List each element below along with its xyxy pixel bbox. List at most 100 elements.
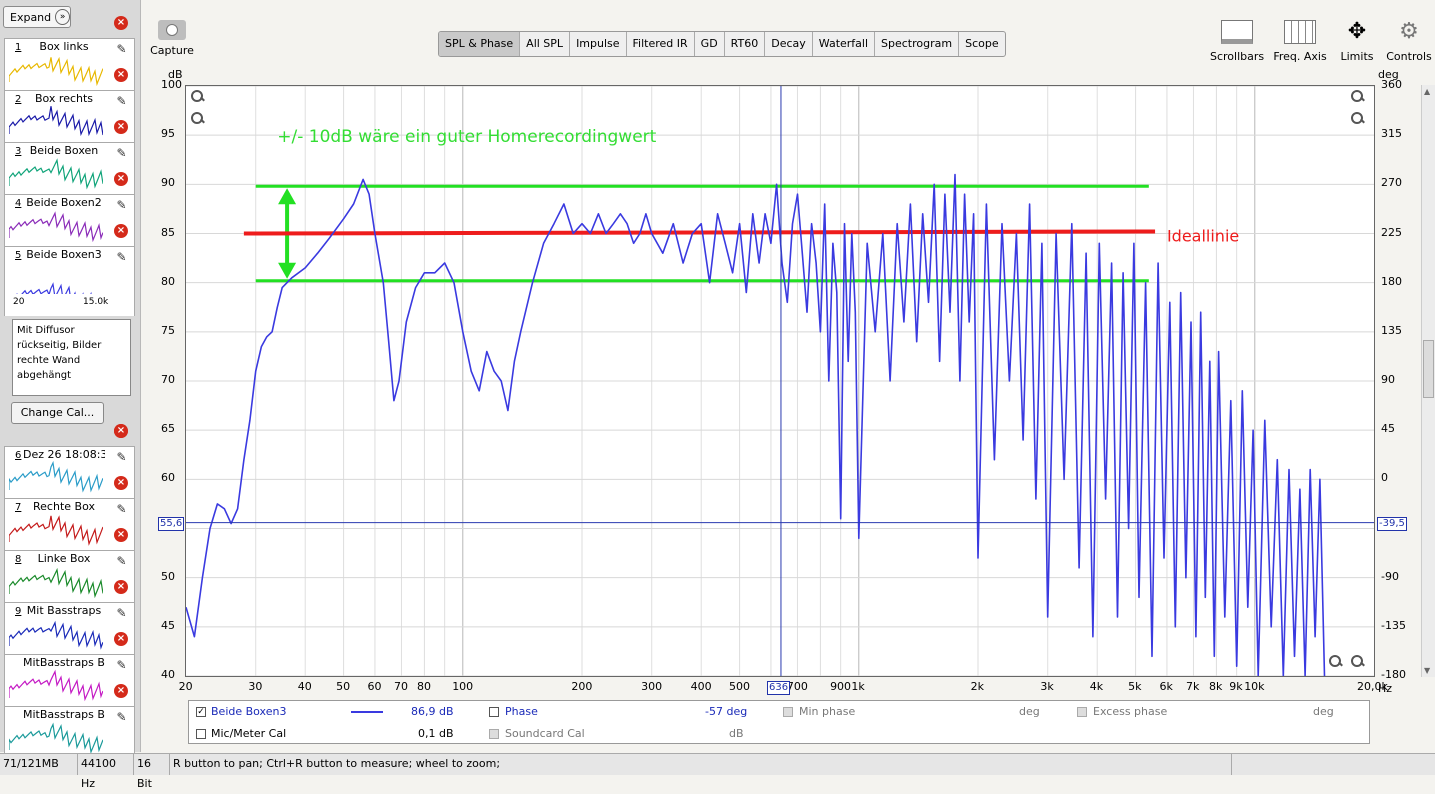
remove-measurement-icon[interactable]: × [114,632,128,646]
freq-axis-button[interactable]: Freq. Axis [1273,20,1327,63]
remove-measurement-icon[interactable]: × [114,580,128,594]
y-tick-label: 95 [161,127,175,141]
measurement-name: Box links [39,40,89,53]
y2-tick-label: 90 [1381,373,1395,386]
measurement-number: 6 [15,450,22,461]
edit-measurement-icon[interactable]: ✎ [114,42,129,57]
tab-all-spl[interactable]: All SPL [520,32,571,56]
edit-measurement-icon[interactable]: ✎ [114,146,129,161]
y-tick-label: 85 [161,225,175,239]
phase-checkbox[interactable] [489,707,499,717]
soundcard-cal-checkbox[interactable] [489,729,499,739]
thumbnail-axis-label: 20 [13,297,25,307]
measurement-number: 7 [15,502,22,513]
ideal-line-annotation: Ideallinie [1167,226,1239,245]
edit-measurement-icon[interactable]: ✎ [114,606,129,621]
scrollbars-icon [1221,20,1253,44]
measurement-number: 8 [15,554,22,565]
spl-chart-svg[interactable]: +/- 10dB wäre ein guter Homerecordingwer… [186,86,1374,676]
zoom-out-icon[interactable] [1328,654,1342,668]
y2-tick-label: -135 [1381,618,1406,632]
zoom-in-icon[interactable] [1350,89,1364,103]
controls-button[interactable]: ⚙ Controls [1382,20,1435,64]
x-tick-label: 7k [1186,680,1200,693]
freq-axis-label: Freq. Axis [1273,50,1327,63]
y2-tick-label: 0 [1381,471,1388,485]
thumbnail-trace [9,106,103,137]
mic-cal-checkbox[interactable] [196,729,206,739]
tolerance-annotation: +/- 10dB wäre ein guter Homerecordingwer… [277,127,656,147]
x-tick-label: 20 [178,680,193,693]
y2-tick-label: 225 [1381,225,1402,239]
y2-tick-label: 135 [1381,323,1402,337]
capture-button[interactable]: Capture [150,20,194,57]
tab-gd[interactable]: GD [695,32,725,56]
series-visible-checkbox[interactable]: ✓ [196,707,206,717]
excess-phase-checkbox[interactable] [1077,707,1087,717]
measurement-sidebar: Expand » 1 Box links × ✎ 2 Box rechts × ✎ 3 Beide… [0,0,141,758]
tab-decay[interactable]: Decay [765,32,813,56]
edit-measurement-icon[interactable]: ✎ [114,250,129,265]
scroll-up-icon[interactable]: ▲ [1424,87,1430,96]
edit-measurement-icon[interactable]: ✎ [114,198,129,213]
remove-measurement-icon[interactable]: × [114,120,128,134]
min-phase-unit: deg [1019,705,1040,718]
ideal-line [243,229,1156,236]
remove-measurement-icon[interactable]: × [114,68,128,82]
tab-impulse[interactable]: Impulse [570,32,627,56]
zoom-out-icon[interactable] [190,111,204,125]
edit-measurement-icon[interactable]: ✎ [114,502,129,517]
edit-measurement-icon[interactable]: ✎ [114,710,129,725]
remove-measurement-icon[interactable]: × [114,476,128,490]
limits-arrows-icon: ✥ [1347,19,1367,44]
legend-series-name: Beide Boxen3 [211,705,287,718]
x-tick-label: 80 [417,680,432,693]
tab-scope[interactable]: Scope [959,32,1005,56]
phase-label: Phase [505,705,538,718]
zoom-in-icon[interactable] [190,89,204,103]
limits-button[interactable]: ✥ Limits [1330,19,1384,64]
mic-cal-value: 0,1 dB [418,727,454,740]
edit-measurement-icon[interactable]: ✎ [114,94,129,109]
change-cal-button[interactable]: Change Cal... [11,402,104,424]
y-tick-label: 70 [161,373,175,386]
cursor-freq-readout: 636 [767,681,791,695]
limits-label: Limits [1340,50,1374,63]
expand-button[interactable]: Expand » [3,6,71,28]
spl-series-line [186,173,1326,676]
controls-label: Controls [1386,50,1432,63]
scroll-down-icon[interactable]: ▼ [1424,666,1430,675]
spl-graph[interactable]: +/- 10dB wäre ein guter Homerecordingwer… [185,85,1375,677]
min-phase-label: Min phase [799,705,856,718]
edit-measurement-icon[interactable]: ✎ [114,450,129,465]
remove-measurement-icon[interactable]: × [114,528,128,542]
min-phase-checkbox[interactable] [783,707,793,717]
remove-measurement-icon[interactable]: × [114,224,128,238]
measurement-name: MitBasstraps Box li [23,708,105,721]
measurement-note[interactable]: Mit Diffusor rückseitig, Bilder rechte W… [12,319,131,396]
thumbnail-trace [9,722,103,754]
tab-spectrogram[interactable]: Spectrogram [875,32,960,56]
remove-measurement-icon[interactable]: × [114,684,128,698]
edit-measurement-icon[interactable]: ✎ [114,658,129,673]
x-tick-label: 400 [690,680,712,693]
x-tick-label: 300 [641,680,663,693]
graph-legend: ✓ Beide Boxen3 86,9 dB Phase -57 deg Min… [188,700,1370,744]
zoom-out-icon[interactable] [1350,111,1364,125]
status-bar: 71/121MB 44100 Hz 16 Bit R button to pan… [0,753,1435,790]
hint-status: R button to pan; Ctrl+R button to measur… [170,754,1232,775]
tab-rt60[interactable]: RT60 [725,32,766,56]
tab-waterfall[interactable]: Waterfall [813,32,876,56]
edit-measurement-icon[interactable]: ✎ [114,554,129,569]
zoom-in-icon[interactable] [1350,654,1364,668]
remove-measurement-icon[interactable]: × [114,16,128,30]
tab-spl-phase[interactable]: SPL & Phase [439,32,521,56]
x-tick-label: 9k [1229,680,1243,693]
scrollbars-button[interactable]: Scrollbars [1210,20,1264,63]
remove-measurement-icon[interactable]: × [114,424,128,438]
measurement-name: Dez 26 18:08:35 [23,448,105,461]
remove-measurement-icon[interactable]: × [114,172,128,186]
scrollbar-thumb[interactable] [1423,340,1434,398]
tab-filtered-ir[interactable]: Filtered IR [627,32,695,56]
vertical-scrollbar[interactable]: ▲ ▼ [1421,85,1435,677]
